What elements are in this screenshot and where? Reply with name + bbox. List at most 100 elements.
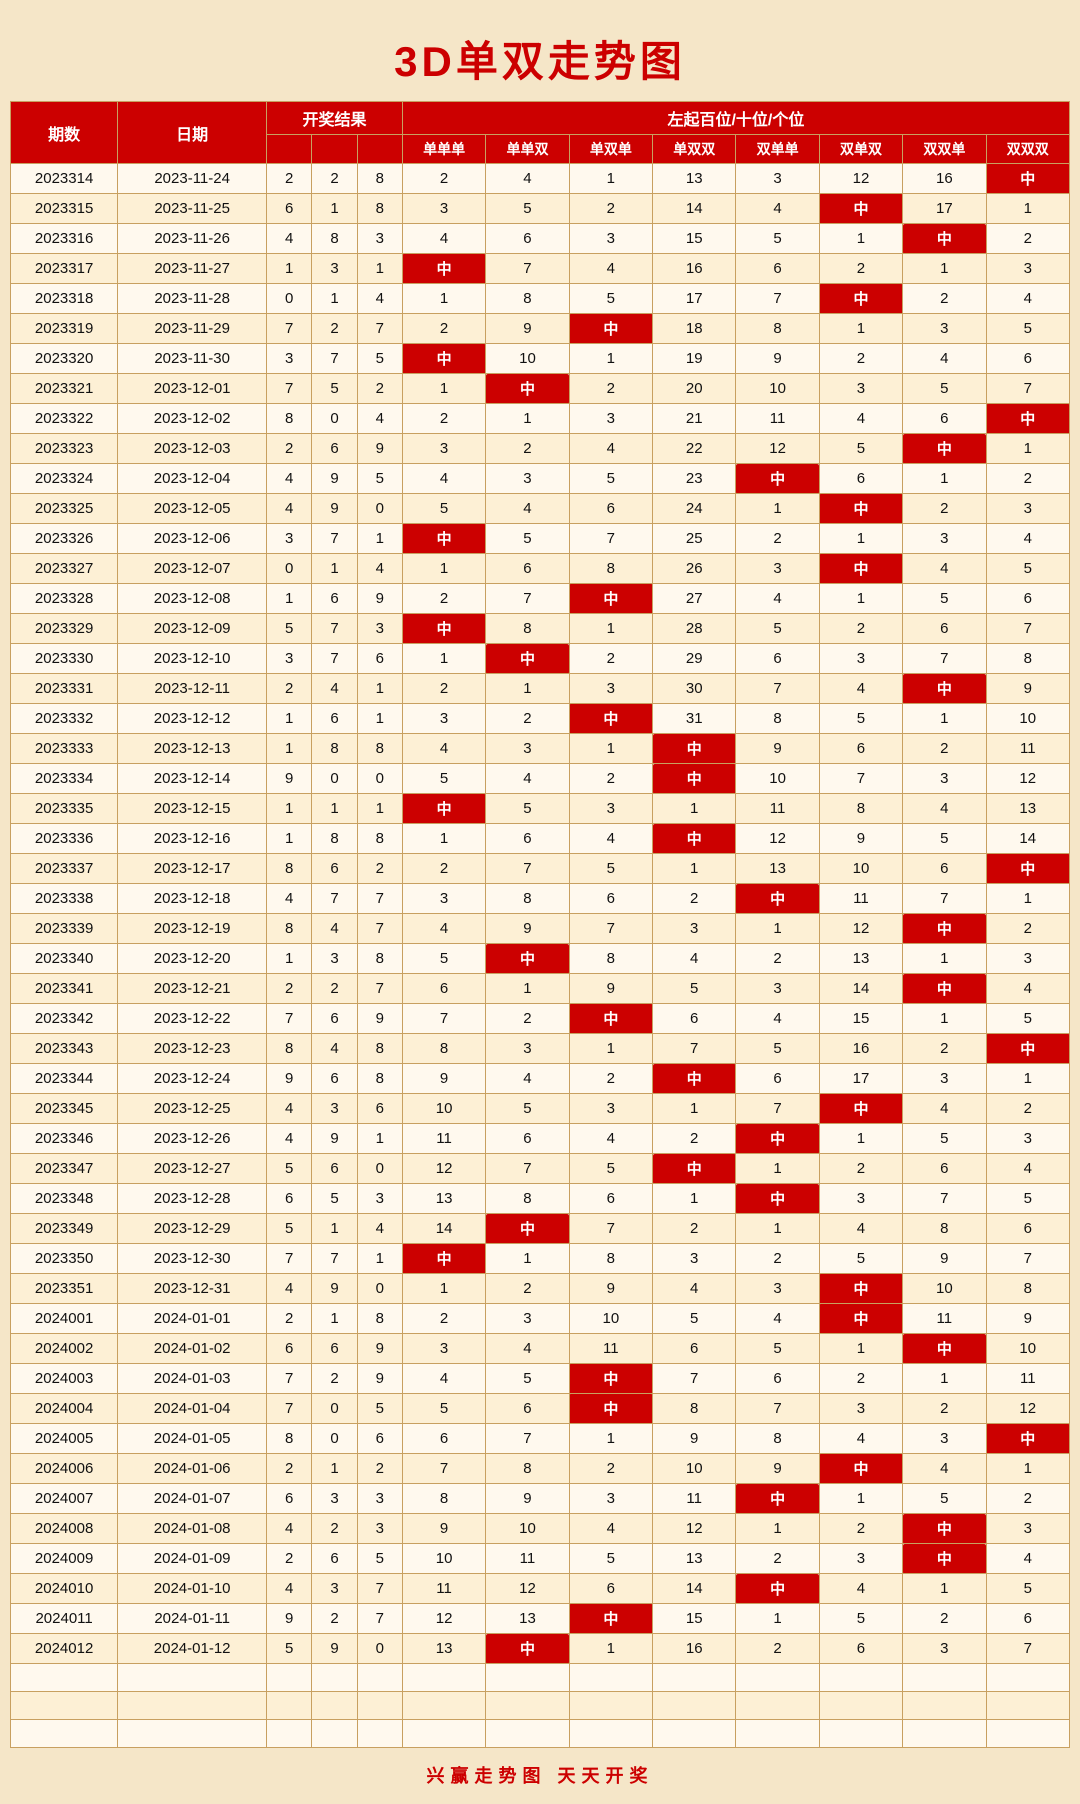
cell-d2: 2 xyxy=(569,1064,652,1094)
cell-k3: 2 xyxy=(357,854,402,884)
cell-d2: 7 xyxy=(569,1214,652,1244)
cell-qishu: 2023318 xyxy=(11,284,118,314)
cell-k3: 4 xyxy=(357,554,402,584)
cell-date: 2023-12-31 xyxy=(118,1274,267,1304)
cell-date: 2023-12-07 xyxy=(118,554,267,584)
header-col-5: 双单双 xyxy=(819,135,902,164)
cell-d5: 1 xyxy=(819,524,902,554)
cell-d3: 17 xyxy=(653,284,736,314)
cell-d4: 6 xyxy=(736,1364,819,1394)
cell-d1: 10 xyxy=(486,344,569,374)
cell-k2: 6 xyxy=(312,434,357,464)
cell-d7: 12 xyxy=(986,1394,1069,1424)
cell-d0: 4 xyxy=(402,1364,485,1394)
cell-d1: 中 xyxy=(486,1214,569,1244)
cell-d4: 10 xyxy=(736,764,819,794)
cell-qishu: 2023315 xyxy=(11,194,118,224)
cell-empty xyxy=(11,1692,118,1720)
cell-k3: 5 xyxy=(357,1544,402,1574)
cell-d5: 12 xyxy=(819,914,902,944)
cell-date: 2023-12-15 xyxy=(118,794,267,824)
cell-d0: 14 xyxy=(402,1214,485,1244)
cell-d7: 6 xyxy=(986,584,1069,614)
cell-d7: 5 xyxy=(986,1004,1069,1034)
cell-d4: 8 xyxy=(736,1424,819,1454)
cell-k2: 6 xyxy=(312,1334,357,1364)
cell-d7: 12 xyxy=(986,764,1069,794)
cell-k2: 2 xyxy=(312,314,357,344)
cell-d5: 2 xyxy=(819,614,902,644)
cell-d4: 2 xyxy=(736,1634,819,1664)
cell-d2: 3 xyxy=(569,794,652,824)
cell-d6: 2 xyxy=(903,1604,986,1634)
cell-d4: 4 xyxy=(736,1304,819,1334)
table-row: 20233162023-11-264834631551中2 xyxy=(11,224,1070,254)
cell-d2: 1 xyxy=(569,344,652,374)
cell-qishu: 2023317 xyxy=(11,254,118,284)
cell-d4: 4 xyxy=(736,194,819,224)
cell-d5: 1 xyxy=(819,1334,902,1364)
cell-empty xyxy=(267,1664,312,1692)
cell-k2: 0 xyxy=(312,1394,357,1424)
cell-d2: 3 xyxy=(569,224,652,254)
cell-k3: 9 xyxy=(357,584,402,614)
cell-d3: 29 xyxy=(653,644,736,674)
cell-empty xyxy=(819,1692,902,1720)
cell-d7: 5 xyxy=(986,1184,1069,1214)
header-k1 xyxy=(267,135,312,164)
table-row: 20233312023-12-112412133074中9 xyxy=(11,674,1070,704)
cell-d6: 6 xyxy=(903,404,986,434)
cell-k3: 8 xyxy=(357,194,402,224)
cell-k1: 0 xyxy=(267,554,312,584)
cell-d3: 14 xyxy=(653,194,736,224)
cell-d3: 28 xyxy=(653,614,736,644)
table-row: 20233252023-12-05490546241中23 xyxy=(11,494,1070,524)
cell-d0: 4 xyxy=(402,464,485,494)
cell-qishu: 2023314 xyxy=(11,164,118,194)
cell-d1: 2 xyxy=(486,434,569,464)
cell-d1: 11 xyxy=(486,1544,569,1574)
cell-d2: 4 xyxy=(569,1124,652,1154)
cell-d3: 13 xyxy=(653,1544,736,1574)
cell-k2: 3 xyxy=(312,944,357,974)
cell-k1: 8 xyxy=(267,1034,312,1064)
cell-d6: 5 xyxy=(903,1124,986,1154)
cell-k1: 1 xyxy=(267,824,312,854)
cell-d6: 3 xyxy=(903,764,986,794)
cell-d0: 7 xyxy=(402,1004,485,1034)
cell-d4: 10 xyxy=(736,374,819,404)
cell-d5: 中 xyxy=(819,1304,902,1334)
cell-d0: 3 xyxy=(402,1334,485,1364)
cell-d3: 19 xyxy=(653,344,736,374)
cell-d5: 中 xyxy=(819,1454,902,1484)
cell-d2: 8 xyxy=(569,1244,652,1274)
cell-qishu: 2024006 xyxy=(11,1454,118,1484)
cell-empty xyxy=(357,1692,402,1720)
header-k2 xyxy=(312,135,357,164)
cell-d5: 4 xyxy=(819,1424,902,1454)
cell-d0: 3 xyxy=(402,704,485,734)
cell-d5: 2 xyxy=(819,1514,902,1544)
cell-d4: 7 xyxy=(736,284,819,314)
cell-d4: 4 xyxy=(736,1004,819,1034)
cell-d1: 8 xyxy=(486,884,569,914)
cell-d6: 16 xyxy=(903,164,986,194)
cell-d6: 中 xyxy=(903,224,986,254)
cell-d4: 5 xyxy=(736,614,819,644)
table-row: 20233512023-12-3149012943中108 xyxy=(11,1274,1070,1304)
cell-date: 2023-12-01 xyxy=(118,374,267,404)
cell-date: 2024-01-04 xyxy=(118,1394,267,1424)
table-row: 20233222023-12-02804213211146中 xyxy=(11,404,1070,434)
cell-date: 2023-12-19 xyxy=(118,914,267,944)
cell-d2: 中 xyxy=(569,1394,652,1424)
cell-d2: 中 xyxy=(569,584,652,614)
cell-d3: 26 xyxy=(653,554,736,584)
cell-d2: 11 xyxy=(569,1334,652,1364)
cell-d3: 1 xyxy=(653,854,736,884)
table-row: 20240082024-01-0842391041212中3 xyxy=(11,1514,1070,1544)
header-col-6: 双双单 xyxy=(903,135,986,164)
cell-d0: 中 xyxy=(402,614,485,644)
cell-k1: 3 xyxy=(267,524,312,554)
cell-k1: 1 xyxy=(267,734,312,764)
cell-qishu: 2023339 xyxy=(11,914,118,944)
